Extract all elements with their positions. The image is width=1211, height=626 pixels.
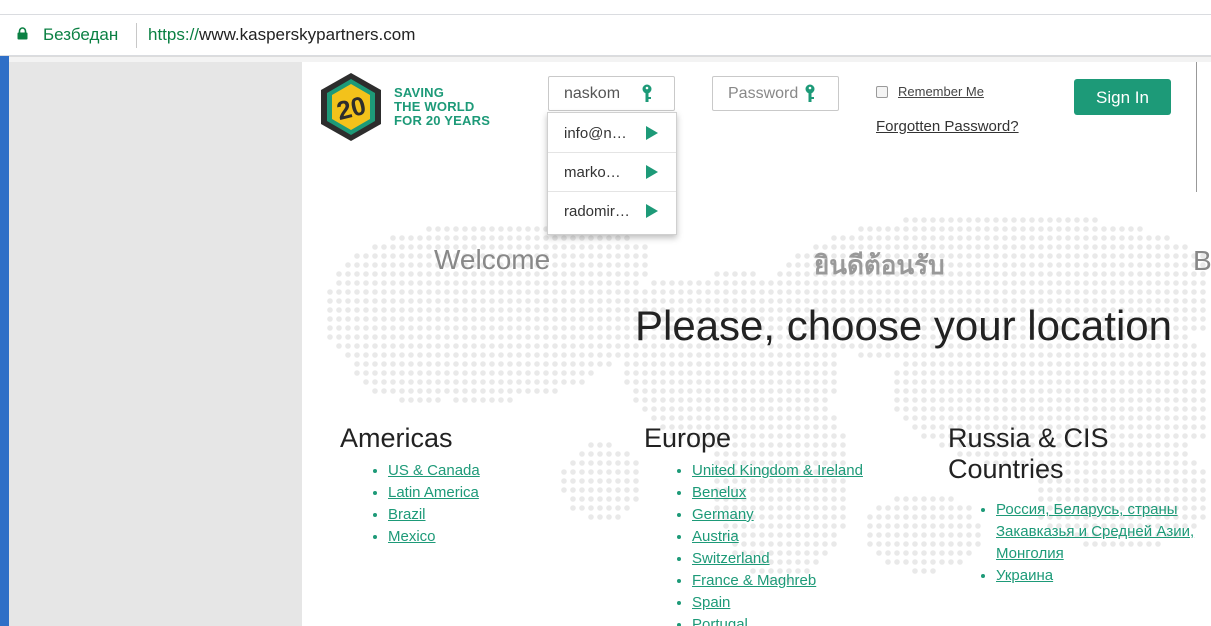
- list-item: Switzerland: [692, 548, 924, 570]
- country-link[interactable]: United Kingdom & Ireland: [692, 462, 863, 479]
- list-item: France & Maghreb: [692, 570, 924, 592]
- list-item: Germany: [692, 504, 924, 526]
- address-separator: [136, 23, 137, 48]
- username-autocomplete-dropdown: info@n… marko… radomir…: [547, 112, 677, 235]
- welcome-text-english: Welcome: [434, 244, 551, 275]
- remember-me-label[interactable]: Remember Me: [898, 84, 984, 99]
- lock-icon: [17, 27, 28, 40]
- url-host: www.kasperskypartners.com: [199, 25, 416, 44]
- password-input[interactable]: Password: [712, 76, 839, 111]
- region-title: Americas: [340, 423, 453, 453]
- region-title: Russia & CIS Countries: [948, 423, 1211, 485]
- list-item: Latin America: [388, 482, 600, 504]
- country-list: United Kingdom & Ireland Benelux Germany…: [644, 460, 924, 626]
- page-left-gutter: [9, 62, 302, 626]
- country-link[interactable]: Latin America: [388, 484, 479, 501]
- list-item: US & Canada: [388, 460, 600, 482]
- browser-window: Безбедан https://www.kasperskypartners.c…: [0, 0, 1211, 626]
- country-link[interactable]: Brazil: [388, 506, 426, 523]
- autocomplete-item[interactable]: radomir…: [548, 192, 676, 231]
- region-americas: Americas US & Canada Latin America Brazi…: [340, 423, 600, 548]
- country-link[interactable]: Mexico: [388, 528, 436, 545]
- page-content: 20 SAVING THE WORLD FOR 20 YEARS naskom …: [302, 62, 1211, 626]
- list-item: Portugal: [692, 614, 924, 626]
- autocomplete-item[interactable]: marko…: [548, 153, 676, 192]
- country-link[interactable]: Benelux: [692, 484, 746, 501]
- country-link[interactable]: Portugal: [692, 616, 748, 626]
- window-right-divider: [1196, 62, 1197, 192]
- password-placeholder: Password: [728, 85, 799, 102]
- sign-in-button[interactable]: Sign In: [1074, 79, 1171, 115]
- list-item: Россия, Беларусь, страны Закавказья и Ср…: [996, 499, 1211, 565]
- anniversary-logo-icon[interactable]: 20: [319, 71, 383, 143]
- play-arrow-icon[interactable]: [646, 165, 658, 179]
- autocomplete-item-label: info@n…: [564, 125, 627, 142]
- autocomplete-item-label: radomir…: [564, 203, 630, 220]
- list-item: Austria: [692, 526, 924, 548]
- country-link[interactable]: France & Maghreb: [692, 572, 816, 589]
- country-link[interactable]: Germany: [692, 506, 754, 523]
- region-russia-cis: Russia & CISCountries Россия, Беларусь, …: [948, 423, 1211, 587]
- country-link[interactable]: Россия, Беларусь, страны Закавказья и Ср…: [996, 501, 1194, 562]
- security-status-label[interactable]: Безбедан: [43, 25, 118, 45]
- logo-tagline-line: THE WORLD: [394, 99, 475, 114]
- country-link[interactable]: Switzerland: [692, 550, 770, 567]
- country-link[interactable]: Украина: [996, 567, 1053, 584]
- country-list: US & Canada Latin America Brazil Mexico: [340, 460, 600, 548]
- region-title-line: Countries: [948, 454, 1064, 484]
- region-europe: Europe United Kingdom & Ireland Benelux …: [644, 423, 924, 626]
- window-left-border: [0, 56, 9, 626]
- key-icon[interactable]: [641, 84, 653, 104]
- key-icon[interactable]: [804, 84, 816, 104]
- list-item: Spain: [692, 592, 924, 614]
- list-item: Украина: [996, 565, 1211, 587]
- welcome-text-thai: ยินดีต้อนรับ: [814, 250, 945, 280]
- username-input[interactable]: naskom: [548, 76, 675, 111]
- country-link[interactable]: Spain: [692, 594, 730, 611]
- autocomplete-item-label: marko…: [564, 164, 621, 181]
- list-item: United Kingdom & Ireland: [692, 460, 924, 482]
- list-item: Benelux: [692, 482, 924, 504]
- address-bar[interactable]: Безбедан https://www.kasperskypartners.c…: [0, 14, 1211, 56]
- country-link[interactable]: Austria: [692, 528, 739, 545]
- play-arrow-icon[interactable]: [646, 204, 658, 218]
- welcome-text-partial: B: [1193, 245, 1211, 276]
- list-item: Mexico: [388, 526, 600, 548]
- url-scheme: https://: [148, 25, 200, 44]
- url-text[interactable]: https://www.kasperskypartners.com: [148, 25, 415, 45]
- forgotten-password-link[interactable]: Forgotten Password?: [876, 118, 1019, 135]
- region-title: Europe: [644, 423, 732, 453]
- country-list: Россия, Беларусь, страны Закавказья и Ср…: [948, 499, 1211, 587]
- remember-me-checkbox[interactable]: [876, 86, 888, 98]
- logo-tagline: SAVING THE WORLD FOR 20 YEARS: [394, 86, 490, 128]
- logo-tagline-line: SAVING: [394, 85, 445, 100]
- page-title: Please, choose your location: [635, 302, 1172, 349]
- region-title-line: Russia & CIS: [948, 423, 1109, 453]
- autocomplete-item[interactable]: info@n…: [548, 114, 676, 153]
- country-link[interactable]: US & Canada: [388, 462, 480, 479]
- list-item: Brazil: [388, 504, 600, 526]
- username-value: naskom: [564, 85, 621, 102]
- logo-tagline-line: FOR 20 YEARS: [394, 113, 491, 128]
- play-arrow-icon[interactable]: [646, 126, 658, 140]
